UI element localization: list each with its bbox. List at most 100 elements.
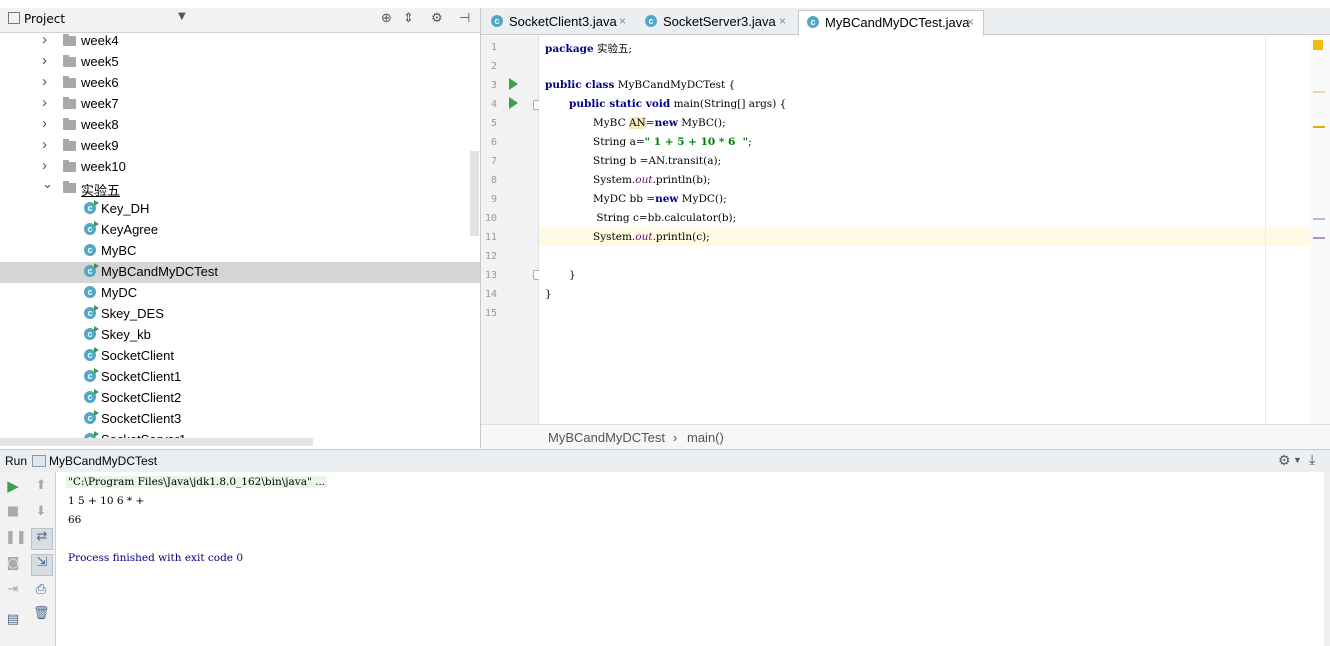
breadcrumb-class[interactable]: MyBCandMyDCTest — [548, 430, 665, 445]
tree-class[interactable]: c SocketClient1 — [0, 367, 480, 388]
class-icon: c — [84, 347, 99, 361]
arrow-up-icon[interactable]: ⬆ — [33, 478, 49, 494]
console-line: 1 5 + 10 6 * + — [68, 495, 145, 507]
line-number: 5 — [490, 118, 497, 129]
run-main-icon[interactable] — [509, 97, 518, 109]
folder-icon — [63, 181, 76, 193]
arrow-down-icon[interactable]: ⬇ — [33, 504, 49, 520]
project-view-selector[interactable]: Project — [8, 12, 65, 26]
gear-icon[interactable]: ⚙ — [1278, 452, 1291, 469]
tree-class[interactable]: c SocketClient — [0, 346, 480, 367]
vertical-scrollbar[interactable] — [470, 151, 479, 236]
tab-socketclient3[interactable]: c SocketClient3.java × — [483, 10, 633, 34]
code-line-9: MyDC bb =new MyDC(); — [593, 193, 727, 205]
folder-icon — [63, 55, 76, 67]
tree-folder[interactable]: › week5 — [0, 52, 480, 73]
breadcrumb-separator: › — [673, 430, 678, 445]
class-icon: c — [645, 15, 657, 27]
close-icon[interactable]: × — [779, 14, 786, 28]
tree-folder[interactable]: › week7 — [0, 94, 480, 115]
tree-folder[interactable]: › week4 — [0, 31, 480, 52]
tab-label: SocketServer3.java — [663, 14, 776, 29]
chevron-down-icon[interactable]: ▼ — [178, 11, 186, 22]
run-icon[interactable]: ▶ — [5, 478, 21, 494]
trash-icon[interactable]: 🗑 — [33, 606, 50, 622]
class-icon: c — [84, 221, 99, 235]
line-number: 6 — [490, 137, 497, 148]
warning-marker-icon[interactable] — [1313, 40, 1323, 50]
tree-class[interactable]: c Skey_DES — [0, 304, 480, 325]
hide-icon[interactable]: ⤓ — [1309, 451, 1315, 468]
run-class-icon[interactable] — [509, 78, 518, 90]
marker[interactable] — [1313, 126, 1325, 128]
class-icon: c — [84, 368, 99, 382]
layout-icon[interactable]: ▤ — [5, 612, 21, 628]
line-number: 2 — [490, 61, 497, 72]
class-icon: c — [491, 15, 503, 27]
soft-wrap-icon[interactable]: ⇄ — [31, 528, 53, 550]
line-number: 13 — [484, 270, 497, 281]
chevron-right-icon[interactable]: › — [42, 52, 47, 69]
console-scrollbar[interactable] — [1324, 472, 1330, 646]
tab-mybcandmydctest[interactable]: c MyBCandMyDCTest.java × — [798, 10, 984, 36]
close-icon[interactable]: × — [967, 15, 974, 29]
collapse-all-icon[interactable]: ⇕ — [403, 11, 414, 26]
error-stripe[interactable] — [1310, 36, 1330, 424]
chevron-down-icon[interactable]: ▼ — [1293, 455, 1302, 465]
project-header: Project ▼ ⊕ ⇕ ⚙ ⊣ — [0, 8, 480, 33]
tree-folder[interactable]: › week8 — [0, 115, 480, 136]
pause-icon[interactable]: ❚❚ — [5, 530, 27, 546]
close-icon[interactable]: × — [619, 14, 626, 28]
class-icon: c — [84, 326, 99, 340]
tree-class[interactable]: c SocketClient3 — [0, 409, 480, 430]
tree-class[interactable]: c MyBC — [0, 241, 480, 262]
code-line-7: String b =AN.transit(a); — [593, 155, 722, 167]
locate-icon[interactable]: ⊕ — [381, 11, 392, 26]
horizontal-scrollbar[interactable] — [0, 438, 313, 446]
line-number: 10 — [484, 213, 497, 224]
scroll-to-end-icon[interactable]: ⇲ — [31, 554, 53, 576]
chevron-right-icon[interactable]: › — [42, 157, 47, 174]
chevron-right-icon[interactable]: › — [42, 115, 47, 132]
chevron-right-icon[interactable]: › — [42, 31, 47, 48]
chevron-right-icon[interactable]: › — [42, 73, 47, 90]
marker[interactable] — [1313, 218, 1325, 220]
print-icon[interactable]: ⎙ — [33, 582, 49, 598]
code-line-1: package 实验五; — [545, 43, 633, 55]
tree-class[interactable]: c Skey_kb — [0, 325, 480, 346]
tab-socketserver3[interactable]: c SocketServer3.java × — [637, 10, 793, 34]
tree-class[interactable]: c MyBCandMyDCTest — [0, 262, 480, 283]
tree-class[interactable]: c SocketClient2 — [0, 388, 480, 409]
folder-icon — [63, 97, 76, 109]
console-output[interactable]: "C:\Program Files\Java\jdk1.8.0_162\bin\… — [56, 472, 1330, 646]
tree-folder[interactable]: › week10 — [0, 157, 480, 178]
tree-class[interactable]: c Key_DH — [0, 199, 480, 220]
marker[interactable] — [1313, 91, 1325, 93]
gear-icon[interactable]: ⚙ — [431, 11, 443, 26]
run-tab-label[interactable]: Run — [5, 454, 27, 468]
line-number: 11 — [484, 232, 497, 243]
chevron-down-icon[interactable]: ⌄ — [42, 176, 53, 192]
tree-folder[interactable]: ⌄ 实验五 — [0, 176, 480, 199]
code-editor[interactable]: package 实验五; public class MyBCandMyDCTes… — [539, 36, 1326, 424]
tree-folder[interactable]: › week6 — [0, 73, 480, 94]
tree-folder[interactable]: › week9 — [0, 136, 480, 157]
chevron-right-icon[interactable]: › — [42, 94, 47, 111]
marker[interactable] — [1313, 237, 1325, 239]
console-command-line: "C:\Program Files\Java\jdk1.8.0_162\bin\… — [66, 476, 328, 488]
code-line-11: System.out.println(c); — [593, 231, 710, 243]
run-config-name[interactable]: MyBCandMyDCTest — [49, 454, 157, 468]
class-icon: c — [84, 305, 99, 319]
chevron-right-icon[interactable]: › — [42, 136, 47, 153]
tree-class[interactable]: c KeyAgree — [0, 220, 480, 241]
stop-icon[interactable]: ■ — [5, 504, 21, 520]
camera-icon[interactable]: ◙ — [5, 556, 21, 572]
tree-item-label: week10 — [81, 159, 126, 174]
tree-class[interactable]: c MyDC — [0, 283, 480, 304]
login-icon[interactable]: ⇥ — [5, 582, 21, 598]
hide-icon[interactable]: ⊣ — [459, 11, 470, 26]
line-number: 15 — [484, 308, 497, 319]
class-icon: c — [84, 263, 99, 277]
breadcrumb-method[interactable]: main() — [687, 430, 724, 445]
class-icon: c — [84, 286, 96, 298]
